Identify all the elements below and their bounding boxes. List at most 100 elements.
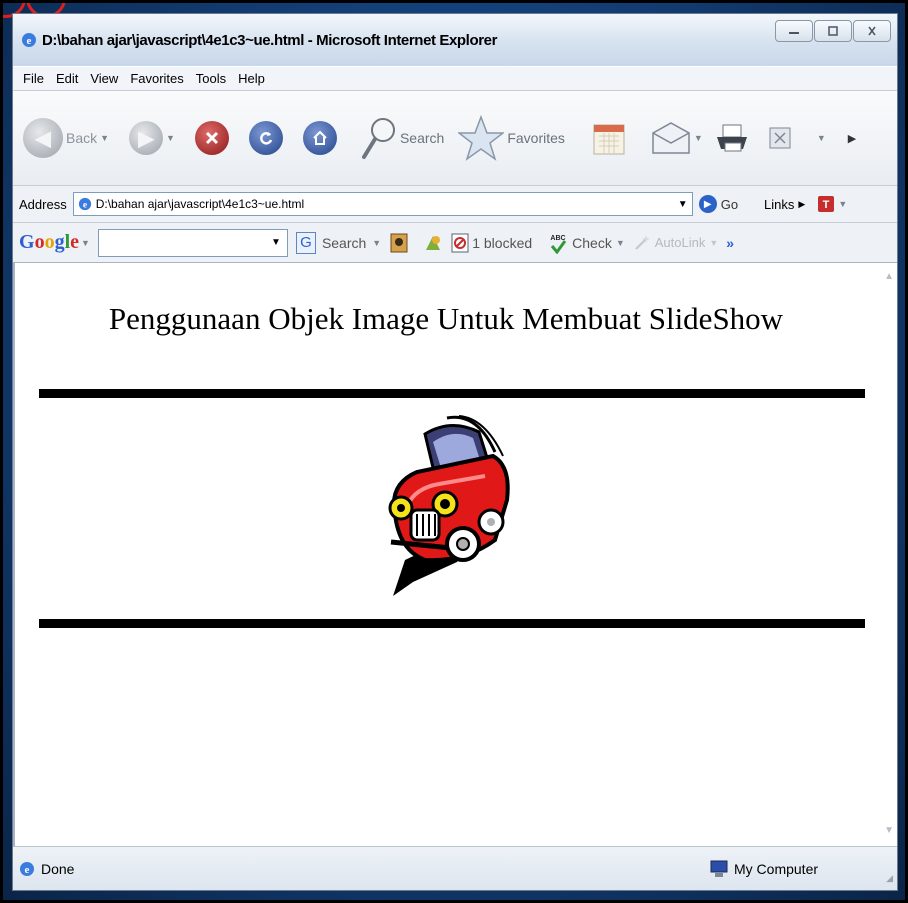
minimize-icon — [789, 32, 799, 34]
chevron-down-icon[interactable]: ▼ — [81, 238, 90, 248]
page-content: Penggunaan Objek Image Untuk Membuat Sli… — [13, 263, 897, 846]
chevron-down-icon[interactable]: ▼ — [678, 199, 688, 210]
refresh-icon — [260, 132, 273, 145]
chevron-down-icon[interactable]: ▼ — [271, 237, 281, 248]
links-overflow-icon: ▶ — [798, 198, 806, 209]
print-button[interactable] — [715, 123, 749, 153]
blocked-count: 1 blocked — [472, 234, 533, 251]
edit-button[interactable] — [769, 127, 791, 149]
chevron-down-icon: ▼ — [615, 237, 625, 248]
menu-edit[interactable]: Edit — [52, 71, 86, 86]
back-arrow-icon: ◀ — [23, 118, 63, 158]
refresh-button[interactable] — [248, 121, 283, 155]
chevron-down-icon[interactable]: ▼ — [100, 133, 109, 143]
go-button[interactable]: ▶ Go — [698, 195, 739, 213]
calendar-icon — [593, 124, 625, 155]
chevron-down-icon[interactable]: ▼ — [166, 133, 175, 143]
spellcheck-button[interactable]: ABC Check ▼ — [548, 232, 625, 254]
translate-icon: T — [818, 196, 835, 212]
pagerank-icon[interactable] — [389, 233, 409, 253]
menu-favorites[interactable]: Favorites — [126, 71, 191, 86]
search-button[interactable]: Search — [361, 115, 444, 161]
home-button[interactable] — [302, 121, 337, 155]
zone-label: My Computer — [734, 860, 819, 877]
close-button[interactable] — [853, 20, 891, 42]
slideshow-car-image — [388, 415, 510, 596]
forward-arrow-icon: ▶ — [129, 121, 164, 155]
favorites-label: Favorites — [507, 130, 565, 146]
autolink-label: AutoLink — [654, 235, 706, 250]
minimize-button[interactable] — [775, 20, 813, 42]
status-text: Done — [41, 860, 75, 877]
google-logo[interactable]: Google — [19, 231, 79, 254]
mail-button[interactable]: ▼ — [651, 121, 703, 155]
more-button[interactable]: » — [726, 235, 734, 251]
scroll-up-icon[interactable]: ▲ — [884, 271, 894, 282]
stop-icon — [205, 131, 219, 145]
menu-help[interactable]: Help — [234, 71, 273, 86]
back-label: Back — [66, 130, 98, 146]
google-search-button[interactable]: G Search ▼ — [295, 231, 381, 254]
back-button[interactable]: ◀ Back ▼ — [23, 118, 109, 158]
chevron-down-icon[interactable]: ▼ — [694, 133, 703, 143]
svg-text:T: T — [823, 199, 830, 211]
go-arrow-icon: ▶ — [698, 195, 717, 213]
maximize-button[interactable] — [814, 20, 852, 42]
address-label: Address — [19, 196, 67, 212]
favorites-button[interactable]: Favorites — [458, 115, 565, 161]
security-zone: My Computer — [709, 860, 818, 878]
title-bar[interactable]: e D:\bahan ajar\javascript\4e1c3~ue.html… — [13, 14, 897, 66]
page-heading: Penggunaan Objek Image Untuk Membuat Sli… — [108, 301, 784, 336]
my-computer-icon — [710, 860, 728, 877]
address-input[interactable]: e D:\bahan ajar\javascript\4e1c3~ue.html… — [72, 192, 693, 216]
ie-icon: e — [22, 33, 36, 47]
horizontal-rule — [39, 619, 865, 628]
menu-file[interactable]: File — [19, 71, 52, 86]
edit-icon — [769, 127, 791, 149]
stop-button[interactable] — [194, 121, 229, 155]
maximize-icon — [828, 26, 838, 36]
ie-page-icon: e — [20, 861, 34, 876]
translate-button[interactable]: T ▼ — [817, 195, 847, 213]
pagerank-bar-icon[interactable] — [423, 233, 443, 253]
go-label: Go — [720, 196, 739, 212]
google-search-input[interactable]: ▼ — [97, 228, 288, 257]
ie-page-icon: e — [78, 197, 91, 211]
mail-icon — [652, 122, 690, 154]
spellcheck-icon: ABC — [551, 235, 567, 254]
address-value: D:\bahan ajar\javascript\4e1c3~ue.html — [95, 197, 305, 211]
menu-tools[interactable]: Tools — [192, 71, 234, 86]
horizontal-rule — [39, 389, 865, 398]
toolbar-overflow-icon[interactable]: ▶ — [848, 132, 856, 145]
links-button[interactable]: Links ▶ — [764, 197, 805, 212]
popup-blocker-button[interactable]: 1 blocked — [451, 233, 532, 253]
google-g-icon: G — [295, 231, 316, 254]
google-toolbar: Google ▼ ▼ G Search ▼ 1 blocked ABC Chec… — [13, 223, 897, 263]
home-icon — [313, 130, 327, 145]
history-button[interactable] — [593, 121, 625, 155]
status-bar: e Done My Computer ◢ — [13, 846, 897, 890]
browser-window: e D:\bahan ajar\javascript\4e1c3~ue.html… — [12, 13, 898, 891]
autolink-button[interactable]: AutoLink ▼ — [633, 234, 719, 252]
vertical-scrollbar[interactable]: ▲ ▼ — [879, 263, 897, 846]
scroll-down-icon[interactable]: ▼ — [884, 825, 894, 836]
google-search-label: Search — [321, 234, 367, 251]
svg-text:e: e — [27, 35, 32, 47]
standard-toolbar: ◀ Back ▼ ▶ ▼ Search Favorites ▼ ▼ ▶ — [13, 90, 897, 186]
svg-text:e: e — [83, 200, 88, 211]
address-bar: Address e D:\bahan ajar\javascript\4e1c3… — [13, 186, 897, 223]
search-icon — [361, 118, 395, 159]
close-icon — [868, 26, 876, 36]
search-label: Search — [399, 130, 445, 146]
resize-grip-icon[interactable]: ◢ — [886, 873, 893, 884]
popup-blocked-icon — [451, 233, 469, 252]
chevron-down-icon: ▼ — [709, 237, 719, 248]
chevron-down-icon[interactable]: ▼ — [838, 199, 847, 209]
chevron-down-icon[interactable]: ▼ — [817, 133, 826, 143]
check-label: Check — [572, 234, 612, 251]
menu-view[interactable]: View — [86, 71, 126, 86]
printer-icon — [716, 124, 747, 152]
links-label: Links — [764, 196, 795, 212]
forward-button[interactable]: ▶ ▼ — [129, 121, 175, 155]
menu-bar: File Edit View Favorites Tools Help — [13, 66, 897, 90]
